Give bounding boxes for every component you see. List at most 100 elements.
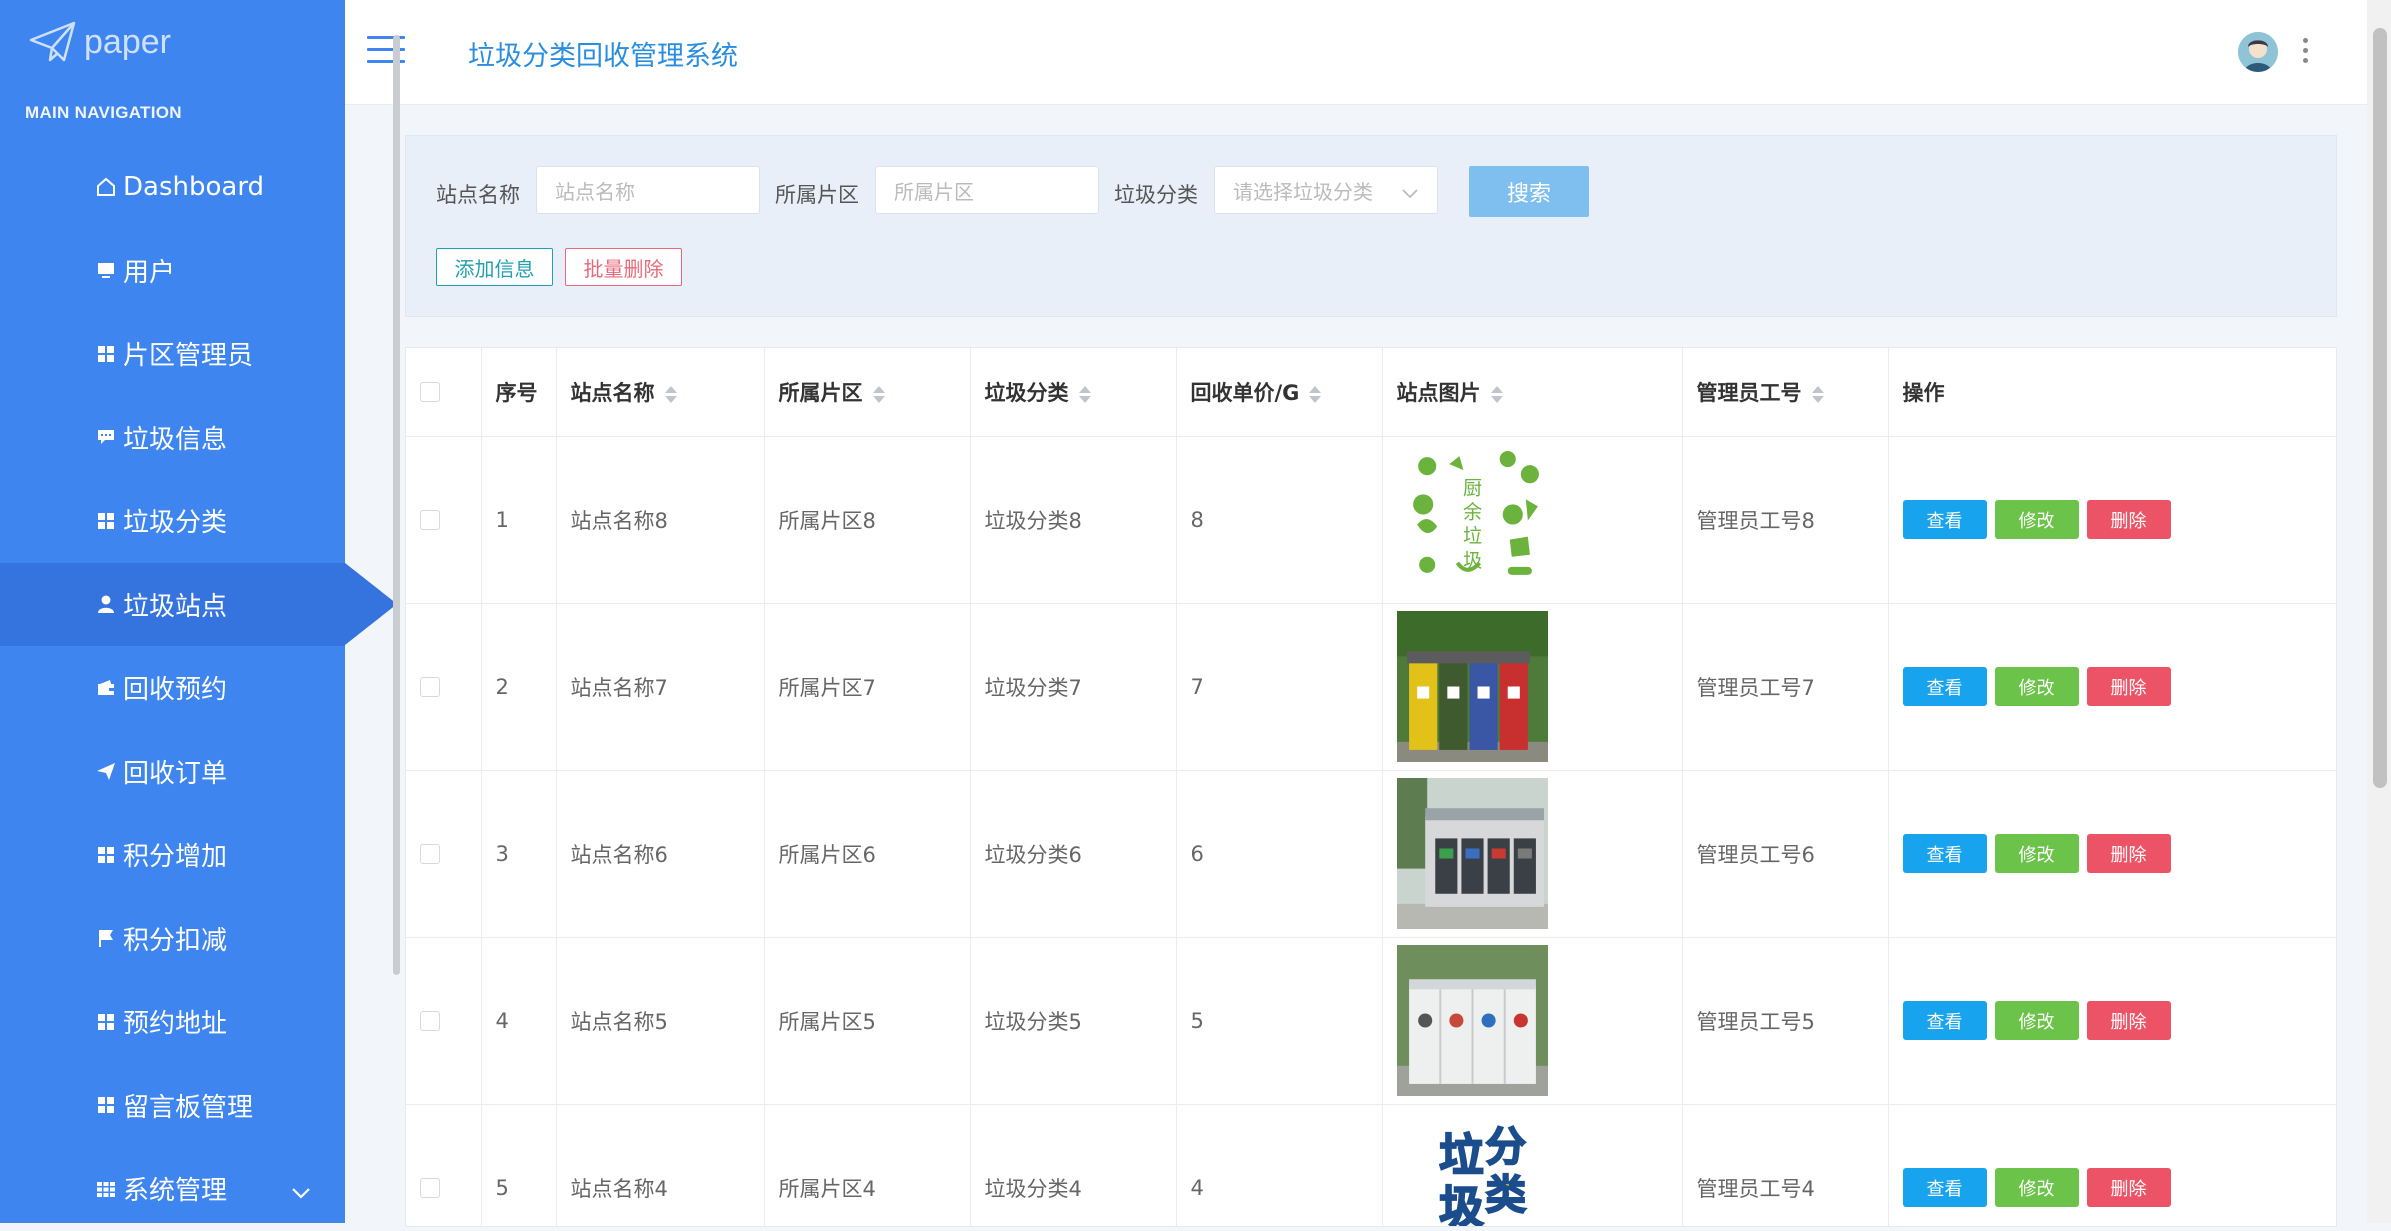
edit-button[interactable]: 修改 bbox=[1994, 834, 2079, 873]
cell-admin: 管理员工号6 bbox=[1682, 770, 1889, 938]
view-button[interactable]: 查看 bbox=[1902, 1001, 1987, 1040]
data-table: 序号 站点名称 所属片区 垃圾分类 回收单价/G 站点图片 管理员工号 操作 1… bbox=[405, 347, 2337, 1227]
view-button[interactable]: 查看 bbox=[1902, 1168, 1987, 1207]
row-checkbox[interactable] bbox=[420, 843, 440, 864]
delete-button[interactable]: 删除 bbox=[2086, 834, 2171, 873]
avatar[interactable] bbox=[2238, 32, 2278, 72]
colored-bins-image[interactable] bbox=[1396, 611, 1548, 762]
row-checkbox[interactable] bbox=[420, 1010, 440, 1031]
sidebar-item-area-admins[interactable]: 片区管理员 bbox=[0, 312, 345, 396]
chevron-down-icon[interactable] bbox=[291, 1177, 311, 1207]
table-row: 4 站点名称5 所属片区5 垃圾分类5 5 管理员工号5 查看 修改 删除 bbox=[406, 937, 2336, 1105]
edit-button[interactable]: 修改 bbox=[1994, 1168, 2079, 1207]
table-row: 1 站点名称8 所属片区8 垃圾分类8 8 厨 余 垃 圾 管理员工号8 查看 … bbox=[406, 436, 2336, 604]
cell-price: 8 bbox=[1176, 436, 1383, 604]
sidebar-item-label: 回收订单 bbox=[123, 758, 228, 789]
cell-area: 所属片区6 bbox=[764, 770, 971, 938]
table-header-row: 序号 站点名称 所属片区 垃圾分类 回收单价/G 站点图片 管理员工号 操作 bbox=[406, 348, 2336, 437]
area-input[interactable]: 所属片区 bbox=[875, 166, 1099, 214]
sort-icon[interactable] bbox=[1490, 384, 1503, 404]
sidebar-item-label: Dashboard bbox=[123, 171, 265, 202]
cell-admin: 管理员工号4 bbox=[1682, 1104, 1889, 1226]
view-button[interactable]: 查看 bbox=[1902, 500, 1987, 539]
header-area[interactable]: 所属片区 bbox=[764, 348, 971, 437]
sidebar-item-system[interactable]: 系统管理 bbox=[0, 1147, 345, 1231]
row-checkbox[interactable] bbox=[420, 509, 440, 530]
cell-image bbox=[1382, 937, 1683, 1105]
sidebar-item-points-add[interactable]: 积分增加 bbox=[0, 813, 345, 897]
sort-icon[interactable] bbox=[1309, 384, 1322, 404]
sort-icon[interactable] bbox=[1078, 384, 1091, 404]
header-actions: 操作 bbox=[1888, 348, 2336, 437]
cell-site-name: 站点名称5 bbox=[556, 937, 765, 1105]
edit-button[interactable]: 修改 bbox=[1994, 500, 2079, 539]
header-image[interactable]: 站点图片 bbox=[1382, 348, 1683, 437]
white-bins-image[interactable] bbox=[1396, 945, 1548, 1096]
kitchen-waste-text-2: 余 bbox=[1462, 500, 1481, 523]
category-select-placeholder: 请选择垃圾分类 bbox=[1233, 179, 1373, 204]
classification-text-3: 分 bbox=[1485, 1124, 1525, 1170]
grid-icon bbox=[95, 1011, 117, 1033]
header-site-name[interactable]: 站点名称 bbox=[556, 348, 765, 437]
delete-button[interactable]: 删除 bbox=[2086, 667, 2171, 706]
view-button[interactable]: 查看 bbox=[1902, 667, 1987, 706]
cell-area: 所属片区8 bbox=[764, 436, 971, 604]
classification-text-1: 垃 bbox=[1439, 1130, 1483, 1181]
main-navigation-label: MAIN NAVIGATION bbox=[25, 103, 182, 122]
cell-image: 垃 圾 分 类 bbox=[1382, 1104, 1683, 1227]
page-title: 垃圾分类回收管理系统 bbox=[468, 41, 738, 72]
row-checkbox[interactable] bbox=[420, 1177, 440, 1198]
sidebar-item-recycle-orders[interactable]: 回收订单 bbox=[0, 730, 345, 814]
sidebar-item-label: 垃圾站点 bbox=[123, 591, 228, 622]
header-admin[interactable]: 管理员工号 bbox=[1682, 348, 1889, 437]
header-price[interactable]: 回收单价/G bbox=[1176, 348, 1383, 437]
cell-image: 厨 余 垃 圾 bbox=[1382, 436, 1683, 604]
sidebar-item-label: 系统管理 bbox=[123, 1176, 228, 1207]
sidebar-item-label: 垃圾信息 bbox=[123, 424, 228, 455]
header-category[interactable]: 垃圾分类 bbox=[970, 348, 1177, 437]
delete-button[interactable]: 删除 bbox=[2086, 1001, 2171, 1040]
recycling-station-image[interactable] bbox=[1396, 778, 1548, 929]
site-name-input[interactable]: 站点名称 bbox=[536, 166, 760, 214]
cell-admin: 管理员工号7 bbox=[1682, 603, 1889, 771]
more-options-icon[interactable] bbox=[2301, 38, 2309, 64]
cell-actions: 查看 修改 删除 bbox=[1888, 770, 2336, 938]
cell-site-name: 站点名称7 bbox=[556, 603, 765, 771]
sidebar-scrollbar[interactable] bbox=[393, 35, 400, 975]
header-index: 序号 bbox=[481, 348, 557, 437]
sidebar-item-dashboard[interactable]: Dashboard bbox=[0, 145, 345, 229]
page-scrollbar[interactable] bbox=[2373, 28, 2387, 788]
cell-actions: 查看 修改 删除 bbox=[1888, 937, 2336, 1105]
sort-icon[interactable] bbox=[1811, 384, 1824, 404]
kitchen-waste-image[interactable]: 厨 余 垃 圾 bbox=[1396, 444, 1548, 595]
sidebar-item-recycle-booking[interactable]: 回收预约 bbox=[0, 646, 345, 730]
user-icon bbox=[95, 593, 117, 615]
classification-logo-image[interactable]: 垃 圾 分 类 bbox=[1396, 1112, 1548, 1227]
delete-button[interactable]: 删除 bbox=[2086, 1168, 2171, 1207]
sidebar-item-users[interactable]: 用户 bbox=[0, 229, 345, 313]
sidebar-item-message-board[interactable]: 留言板管理 bbox=[0, 1064, 345, 1148]
logo[interactable]: paper bbox=[28, 20, 171, 64]
select-all-checkbox[interactable] bbox=[420, 381, 440, 402]
flag-icon bbox=[95, 927, 117, 949]
batch-delete-button[interactable]: 批量删除 bbox=[565, 248, 682, 286]
add-button[interactable]: 添加信息 bbox=[436, 248, 553, 286]
category-select[interactable]: 请选择垃圾分类 bbox=[1214, 166, 1438, 214]
sidebar-item-booking-address[interactable]: 预约地址 bbox=[0, 980, 345, 1064]
sidebar-item-waste-sites[interactable]: 垃圾站点 bbox=[0, 562, 397, 646]
edit-button[interactable]: 修改 bbox=[1994, 667, 2079, 706]
sidebar-item-waste-info[interactable]: 垃圾信息 bbox=[0, 396, 345, 480]
delete-button[interactable]: 删除 bbox=[2086, 500, 2171, 539]
sidebar-item-waste-category[interactable]: 垃圾分类 bbox=[0, 479, 345, 563]
edit-button[interactable]: 修改 bbox=[1994, 1001, 2079, 1040]
cell-area: 所属片区7 bbox=[764, 603, 971, 771]
view-button[interactable]: 查看 bbox=[1902, 834, 1987, 873]
site-name-label: 站点名称 bbox=[436, 183, 520, 207]
logo-text: paper bbox=[84, 22, 171, 61]
sidebar-item-points-deduct[interactable]: 积分扣减 bbox=[0, 897, 345, 981]
sort-icon[interactable] bbox=[872, 384, 885, 404]
sort-icon[interactable] bbox=[664, 384, 677, 404]
search-button[interactable]: 搜索 bbox=[1469, 166, 1589, 217]
cell-category: 垃圾分类7 bbox=[970, 603, 1177, 771]
row-checkbox[interactable] bbox=[420, 676, 440, 697]
